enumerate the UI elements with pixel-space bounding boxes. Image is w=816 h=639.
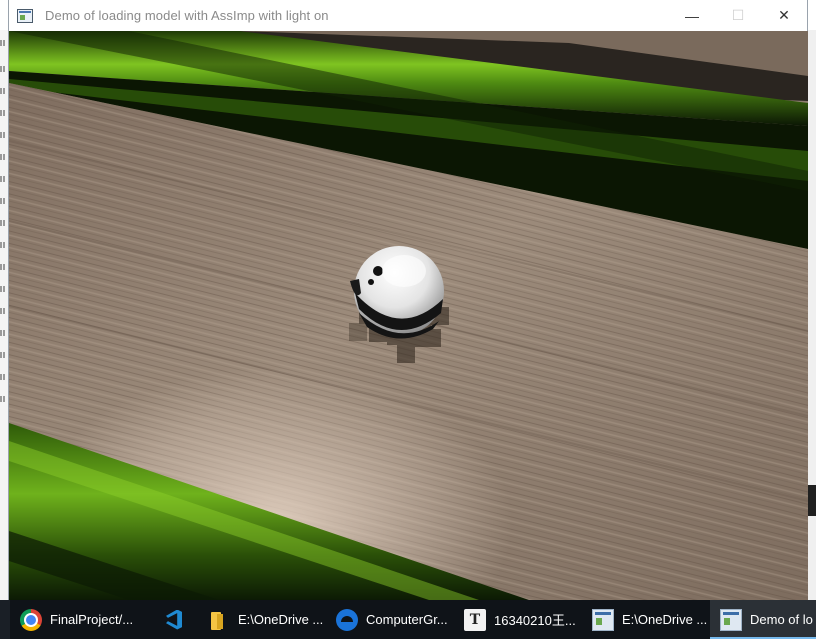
taskbar-item-label: E:\OneDrive ... xyxy=(238,612,324,627)
app-icon xyxy=(17,8,33,23)
taskbar-item-edge[interactable]: ComputerGr... xyxy=(326,600,454,639)
taskbar-item-label: ComputerGr... xyxy=(366,612,448,627)
maximize-button[interactable]: ☐ xyxy=(715,0,761,31)
minimize-button[interactable]: — xyxy=(669,0,715,31)
taskbar-item-demo[interactable]: Demo of lo xyxy=(710,600,816,639)
taskbar-item-chrome[interactable]: FinalProject/... xyxy=(10,600,148,639)
taskbar-item-explorer[interactable]: E:\OneDrive ... xyxy=(198,600,326,639)
taskbar-item-typora[interactable]: T 16340210王... xyxy=(454,600,582,639)
taskbar-item-label: 16340210王... xyxy=(494,613,576,628)
window-controls: — ☐ ✕ xyxy=(669,0,807,31)
chrome-icon xyxy=(20,608,42,631)
taskbar-item-label: Demo of lo xyxy=(750,612,813,627)
render-viewport[interactable] xyxy=(9,31,808,600)
close-button[interactable]: ✕ xyxy=(761,0,807,31)
taskbar-item-explorer-2[interactable]: E:\OneDrive ... xyxy=(582,600,710,639)
taskbar-item-label: E:\OneDrive ... xyxy=(622,612,708,627)
scene-canvas xyxy=(9,31,808,600)
taskbar-item-label: FinalProject/... xyxy=(50,612,134,627)
taskbar-start-edge[interactable] xyxy=(0,600,10,639)
background-right-strip xyxy=(808,30,816,600)
window-icon xyxy=(592,608,614,631)
typora-icon: T xyxy=(464,608,486,631)
app-window: Demo of loading model with AssImp with l… xyxy=(8,0,808,600)
edge-icon xyxy=(336,608,358,631)
title-bar[interactable]: Demo of loading model with AssImp with l… xyxy=(9,0,807,31)
folder-icon xyxy=(208,609,230,631)
window-title: Demo of loading model with AssImp with l… xyxy=(45,8,329,23)
vscode-icon xyxy=(162,609,184,631)
taskbar-item-vscode[interactable] xyxy=(148,600,198,639)
window-icon xyxy=(720,608,742,631)
taskbar: FinalProject/... E:\OneDrive ... Compute… xyxy=(0,600,816,639)
